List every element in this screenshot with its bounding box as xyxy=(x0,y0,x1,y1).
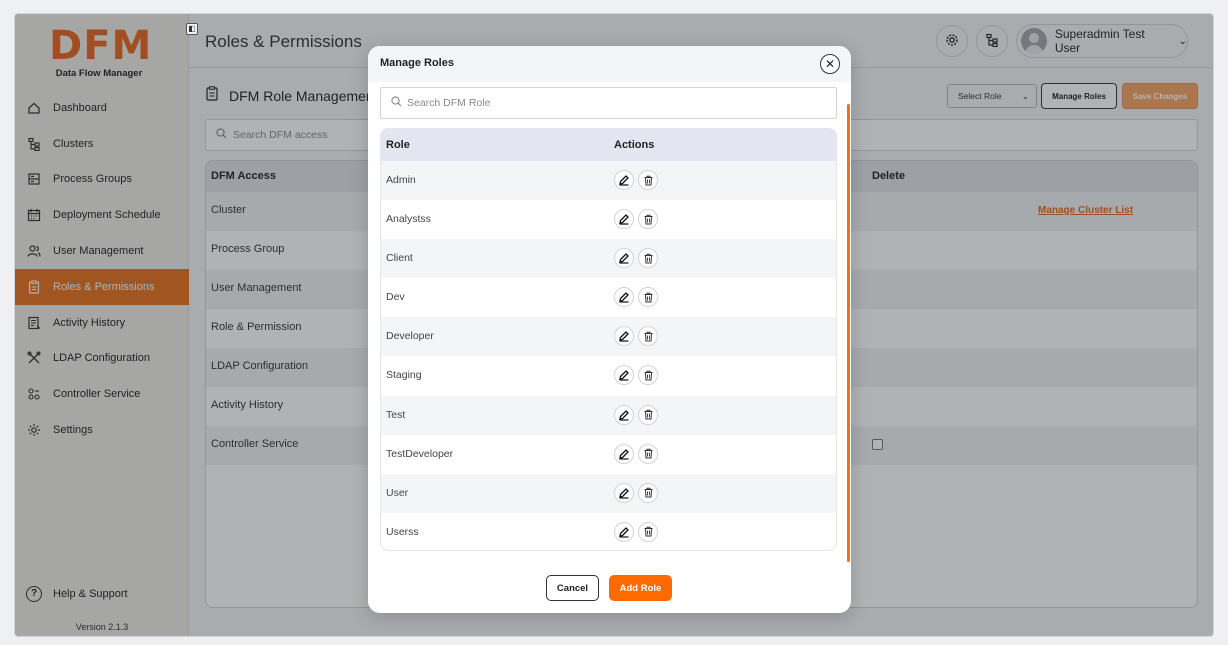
search-icon xyxy=(391,96,402,110)
edit-icon[interactable] xyxy=(614,521,634,542)
trash-icon[interactable] xyxy=(638,248,658,269)
role-row: Userss xyxy=(381,513,836,550)
roles-table-header: Role Actions xyxy=(381,129,836,161)
edit-icon[interactable] xyxy=(614,287,634,308)
role-name: Admin xyxy=(386,174,416,186)
role-row: Dev xyxy=(381,278,836,317)
column-role: Role xyxy=(386,139,410,151)
role-name: TestDeveloper xyxy=(386,447,454,460)
edit-icon[interactable] xyxy=(614,209,634,230)
modal-title: Manage Roles xyxy=(380,57,454,69)
trash-icon[interactable] xyxy=(638,482,658,503)
edit-icon[interactable] xyxy=(614,404,634,425)
close-icon[interactable]: ✕ xyxy=(820,54,840,74)
role-row: Developer xyxy=(381,317,836,357)
role-row: Test xyxy=(381,395,836,435)
role-search-input[interactable]: Search DFM Role xyxy=(380,87,837,119)
edit-icon[interactable] xyxy=(614,443,634,464)
trash-icon[interactable] xyxy=(638,170,658,190)
role-row: TestDeveloper xyxy=(381,435,836,474)
roles-table-body: Admin Analystss Client Dev Developer Staging T… xyxy=(381,161,836,550)
role-row: User xyxy=(381,473,836,513)
edit-icon[interactable] xyxy=(614,248,634,269)
trash-icon[interactable] xyxy=(638,404,658,425)
role-search-placeholder: Search DFM Role xyxy=(407,97,491,109)
role-name: Dev xyxy=(386,291,405,304)
trash-icon[interactable] xyxy=(638,521,658,542)
modal-scrollbar[interactable] xyxy=(847,104,850,562)
role-name: Analystss xyxy=(386,213,431,226)
role-name: User xyxy=(386,486,409,499)
trash-icon[interactable] xyxy=(638,287,658,308)
role-name: Client xyxy=(386,252,413,265)
edit-icon[interactable] xyxy=(614,326,634,347)
trash-icon[interactable] xyxy=(638,365,658,386)
cancel-button[interactable]: Cancel xyxy=(546,575,599,601)
roles-table: Role Actions Admin Analystss Client Dev Deve… xyxy=(380,128,837,551)
role-name: Staging xyxy=(386,369,422,382)
manage-roles-modal: Manage Roles ✕ Search DFM Role Role Acti… xyxy=(368,46,851,613)
column-actions: Actions xyxy=(614,139,655,151)
role-row: Analystss xyxy=(381,200,836,239)
role-row: Admin xyxy=(381,161,836,201)
role-name: Userss xyxy=(386,525,419,538)
edit-icon[interactable] xyxy=(614,365,634,386)
role-name: Test xyxy=(386,408,406,421)
role-name: Developer xyxy=(386,330,434,343)
role-row: Staging xyxy=(381,356,836,395)
role-row: Client xyxy=(381,239,836,279)
trash-icon[interactable] xyxy=(638,326,658,347)
trash-icon[interactable] xyxy=(638,209,658,230)
collapse-sidebar-icon[interactable]: ◧ xyxy=(186,23,198,35)
edit-icon[interactable] xyxy=(614,482,634,503)
trash-icon[interactable] xyxy=(638,443,658,464)
add-role-button[interactable]: Add Role xyxy=(609,575,672,601)
modal-header: Manage Roles ✕ xyxy=(368,46,851,82)
edit-icon[interactable] xyxy=(614,170,634,190)
